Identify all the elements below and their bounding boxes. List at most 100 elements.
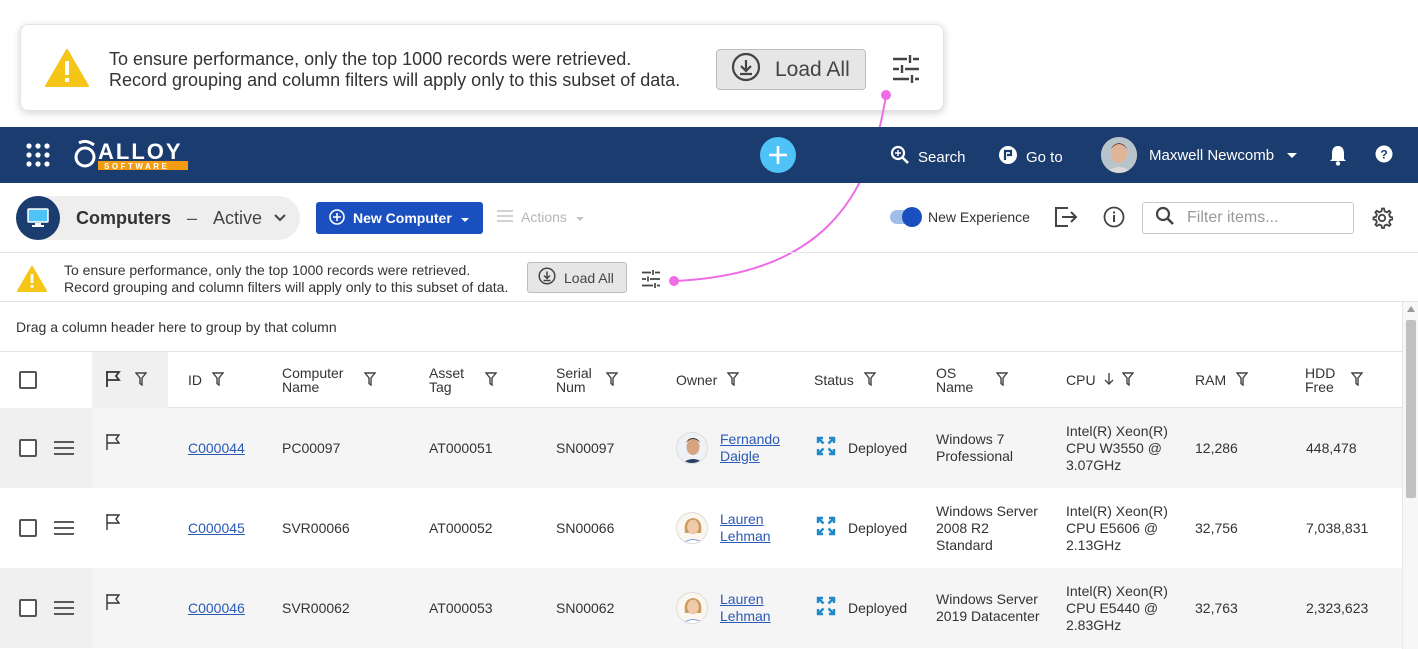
select-all-checkbox-cell[interactable]	[19, 352, 37, 408]
new-computer-button[interactable]: New Computer	[316, 202, 483, 234]
asset-tag-cell: AT000051	[429, 439, 493, 456]
hdd-free-cell: 7,038,831	[1306, 519, 1369, 536]
column-label-ram: RAM	[1195, 372, 1227, 388]
owner-link[interactable]: Lauren Lehman	[720, 591, 784, 625]
owner-avatar	[676, 592, 708, 624]
user-avatar	[1101, 137, 1137, 173]
alloy-logo[interactable]: ALLOY SOFTWARE	[74, 139, 190, 176]
column-header-cpu[interactable]: CPU	[1066, 352, 1135, 408]
column-header-serial-num[interactable]: Serial Num	[556, 352, 619, 408]
filter-items-field[interactable]	[1142, 202, 1354, 234]
tune-icon[interactable]	[891, 55, 921, 88]
view-name: Active	[213, 207, 263, 228]
filter-funnel-icon[interactable]	[1121, 372, 1135, 388]
os-name-cell: Windows Server 2019 Datacenter	[936, 591, 1040, 624]
info-icon[interactable]	[1103, 206, 1125, 233]
column-header-os-name[interactable]: OS Name	[936, 352, 1009, 408]
select-all-checkbox[interactable]	[19, 371, 37, 389]
table-row[interactable]: C000046 SVR00062 AT000053 SN00062 Lauren…	[0, 568, 1402, 648]
view-selector[interactable]: Computers – Active	[16, 196, 300, 240]
scroll-up-arrow-icon[interactable]	[1407, 306, 1415, 312]
vertical-scrollbar[interactable]	[1402, 302, 1418, 649]
filter-funnel-icon[interactable]	[995, 372, 1009, 388]
download-icon	[538, 267, 556, 288]
filter-funnel-icon[interactable]	[1235, 372, 1249, 388]
flag-column-header[interactable]	[92, 352, 168, 408]
column-header-asset-tag[interactable]: Asset Tag	[429, 352, 498, 408]
table-row[interactable]: C000045 SVR00066 AT000052 SN00066 Lauren…	[0, 488, 1402, 568]
nav-goto[interactable]: Go to	[998, 145, 1063, 169]
filter-funnel-icon[interactable]	[363, 372, 377, 388]
owner-link[interactable]: Fernando Daigle	[720, 431, 784, 465]
row-menu-icon[interactable]	[54, 408, 74, 488]
record-id-link[interactable]: C000045	[188, 520, 245, 537]
nav-goto-label: Go to	[1026, 148, 1063, 166]
column-header-id[interactable]: ID	[188, 352, 225, 408]
filter-funnel-icon[interactable]	[211, 372, 225, 388]
caret-down-icon	[460, 210, 470, 226]
row-menu-icon[interactable]	[54, 568, 74, 648]
tune-icon[interactable]	[641, 270, 661, 293]
apps-grid-icon[interactable]	[26, 143, 50, 172]
column-header-ram[interactable]: RAM	[1195, 352, 1249, 408]
column-header-owner[interactable]: Owner	[676, 352, 740, 408]
user-menu[interactable]: Maxwell Newcomb	[1101, 137, 1298, 173]
column-label-cpu: CPU	[1066, 372, 1096, 388]
notice-message: To ensure performance, only the top 1000…	[64, 262, 508, 296]
warning-icon	[45, 49, 89, 92]
group-by-drop-zone[interactable]: Drag a column header here to group by th…	[0, 302, 1402, 352]
row-menu-icon[interactable]	[54, 488, 74, 568]
nav-search[interactable]: Search	[890, 145, 966, 169]
computer-name-cell: SVR00062	[282, 599, 350, 616]
filter-funnel-icon[interactable]	[1350, 372, 1364, 388]
page-toolbar: Computers – Active New Computer Actions …	[0, 183, 1418, 253]
scrollbar-thumb[interactable]	[1406, 320, 1416, 498]
row-checkbox[interactable]	[19, 439, 37, 457]
filter-funnel-icon[interactable]	[726, 372, 740, 388]
help-icon[interactable]: ?	[1375, 145, 1393, 168]
logo-sub: SOFTWARE	[104, 162, 169, 171]
row-checkbox[interactable]	[19, 519, 37, 537]
column-header-hdd-free[interactable]: HDD Free	[1305, 352, 1364, 408]
nav-search-label: Search	[918, 148, 966, 166]
column-label-status: Status	[814, 372, 854, 388]
new-experience-toggle[interactable]	[890, 207, 922, 227]
flag-icon[interactable]	[105, 402, 121, 482]
callout-line-2: Record grouping and column filters will …	[109, 70, 681, 90]
filter-items-input[interactable]	[1187, 209, 1347, 227]
quick-add-button[interactable]	[760, 137, 796, 173]
os-name-cell: Windows Server 2008 R2 Standard	[936, 502, 1038, 553]
status-cell: Deployed	[848, 599, 908, 616]
record-id-link[interactable]: C000046	[188, 600, 245, 617]
load-all-button[interactable]: Load All	[527, 262, 627, 293]
column-label-serial-num: Serial Num	[556, 365, 592, 395]
callout-message: To ensure performance, only the top 1000…	[109, 49, 680, 91]
settings-gear-icon[interactable]	[1371, 207, 1394, 234]
flag-icon[interactable]	[105, 482, 121, 562]
filter-funnel-icon[interactable]	[134, 372, 148, 388]
serial-num-cell: SN00066	[556, 519, 615, 536]
column-header-computer-name[interactable]: Computer Name	[282, 352, 377, 408]
export-icon[interactable]	[1054, 206, 1078, 233]
callout-line-1: To ensure performance, only the top 1000…	[109, 49, 632, 69]
owner-link[interactable]: Lauren Lehman	[720, 511, 784, 545]
notifications-bell-icon[interactable]	[1328, 144, 1348, 171]
filter-funnel-icon[interactable]	[484, 372, 498, 388]
caret-down-icon	[575, 209, 585, 225]
column-label-hdd-free: HDD Free	[1305, 365, 1336, 395]
table-row[interactable]: C000044 PC00097 AT000051 SN00097 Fernand…	[0, 408, 1402, 488]
computer-name-cell: SVR00066	[282, 519, 350, 536]
filter-funnel-icon[interactable]	[863, 372, 877, 388]
flag-icon[interactable]	[105, 562, 121, 642]
sort-descending-icon	[1104, 373, 1114, 387]
filter-funnel-icon[interactable]	[605, 372, 619, 388]
caret-down-icon	[1286, 147, 1298, 164]
cpu-cell: Intel(R) Xeon(R) CPU E5440 @ 2.83GHz	[1066, 582, 1168, 633]
deployed-status-icon	[816, 596, 836, 620]
column-header-status[interactable]: Status	[814, 352, 877, 408]
record-id-link[interactable]: C000044	[188, 440, 245, 457]
notice-line-2: Record grouping and column filters will …	[64, 279, 509, 295]
callout-load-all-button[interactable]: Load All	[716, 49, 866, 90]
row-checkbox[interactable]	[19, 599, 37, 617]
actions-menu[interactable]: Actions	[497, 209, 585, 225]
